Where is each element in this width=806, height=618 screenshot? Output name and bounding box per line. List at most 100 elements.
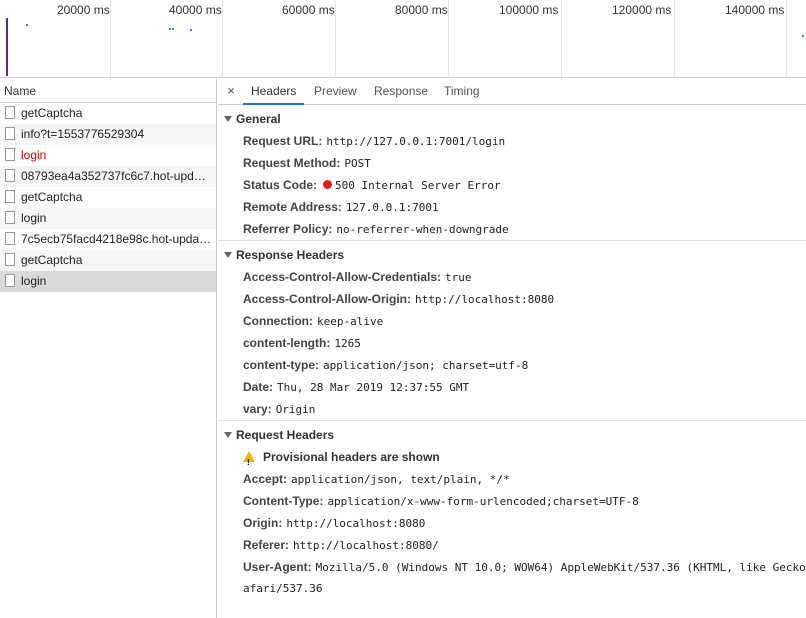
request-headers-toggle[interactable]: Request Headers: [218, 424, 806, 446]
timeline-selection-bar[interactable]: [6, 18, 8, 76]
section-title: Request Headers: [236, 428, 335, 442]
status-error-icon: [323, 180, 333, 190]
tick-label: 140000 ms: [725, 3, 785, 17]
tick-label: 20000 ms: [57, 3, 110, 17]
header-value: 127.0.0.1:7001: [345, 201, 439, 214]
details-tabbar: × Headers Preview Response Timing: [218, 79, 806, 105]
header-value: http://localhost:8080: [286, 517, 426, 530]
header-value: http://localhost:8080/: [293, 539, 439, 552]
header-row: Origin: http://localhost:8080: [218, 512, 806, 534]
request-list-panel: Name getCaptcha info?t=1553776529304 log…: [0, 79, 217, 618]
document-icon: [5, 211, 15, 224]
tab-preview[interactable]: Preview: [306, 79, 365, 104]
header-row: content-type: application/json; charset=u…: [218, 354, 806, 376]
tab-response[interactable]: Response: [366, 79, 436, 104]
provisional-warning: Provisional headers are shown: [218, 446, 806, 474]
document-icon: [5, 106, 15, 119]
header-value: Mozilla/5.0 (Windows NT 10.0; WOW64) App…: [315, 561, 806, 574]
triangle-down-icon: [224, 251, 232, 258]
header-value: Origin: [275, 403, 316, 416]
request-row[interactable]: login: [0, 208, 216, 229]
header-key: Referer:: [243, 538, 290, 552]
tick-label: 40000 ms: [169, 3, 222, 17]
close-icon[interactable]: ×: [224, 82, 238, 100]
header-row: Access-Control-Allow-Origin: http://local…: [218, 288, 806, 310]
document-icon: [5, 148, 15, 161]
grid-line: [674, 0, 675, 77]
request-mark: [26, 24, 28, 26]
header-value: true: [445, 271, 472, 284]
document-icon: [5, 190, 15, 203]
header-key: Content-Type:: [243, 494, 324, 508]
header-value: 500 Internal Server Error: [335, 179, 501, 192]
header-key: Request Method:: [243, 156, 341, 170]
triangle-down-icon: [224, 115, 232, 122]
tick-label: 120000 ms: [612, 3, 672, 17]
header-value: application/x-www-form-urlencoded;charse…: [327, 495, 639, 508]
header-key: Connection:: [243, 314, 313, 328]
header-key: Origin:: [243, 516, 283, 530]
warning-icon: [243, 451, 255, 474]
general-section: General Request URL: http://127.0.0.1:700…: [218, 108, 806, 241]
general-section-toggle[interactable]: General: [218, 108, 806, 130]
request-name: info?t=1553776529304: [21, 127, 145, 141]
request-name: getCaptcha: [21, 106, 83, 120]
header-key: content-length:: [243, 336, 331, 350]
header-row: Access-Control-Allow-Credentials: true: [218, 266, 806, 288]
request-mark: [190, 29, 192, 31]
request-name: login: [21, 211, 47, 225]
name-column-header[interactable]: Name: [0, 79, 216, 103]
grid-line: [222, 0, 223, 77]
request-name: 7c5ecb75facd4218e98c.hot-update.json: [21, 232, 216, 246]
header-key: Access-Control-Allow-Origin:: [243, 292, 412, 306]
header-key: Referrer Policy:: [243, 222, 333, 236]
request-row[interactable]: login: [0, 145, 216, 166]
request-row[interactable]: getCaptcha: [0, 187, 216, 208]
request-row[interactable]: 7c5ecb75facd4218e98c.hot-update.json: [0, 229, 216, 250]
header-key: User-Agent:: [243, 560, 312, 574]
timeline-overview[interactable]: 20000 ms 40000 ms 60000 ms 80000 ms 1000…: [0, 0, 806, 78]
header-value: POST: [344, 157, 371, 170]
request-details-panel: × Headers Preview Response Timing Genera…: [218, 79, 806, 618]
warning-text: Provisional headers are shown: [263, 450, 440, 464]
request-row[interactable]: getCaptcha: [0, 103, 216, 124]
header-row: Request URL: http://127.0.0.1:7001/login: [218, 130, 806, 152]
triangle-down-icon: [224, 431, 232, 438]
grid-line: [110, 0, 111, 77]
document-icon: [5, 127, 15, 140]
request-name: login: [21, 274, 47, 288]
request-row-selected[interactable]: login: [0, 271, 216, 292]
header-value: http://127.0.0.1:7001/login: [326, 135, 506, 148]
request-name: login: [21, 148, 47, 162]
section-title: Response Headers: [236, 248, 345, 262]
header-row: Status Code: 500 Internal Server Error: [218, 174, 806, 196]
header-key: content-type:: [243, 358, 319, 372]
response-headers-toggle[interactable]: Response Headers: [218, 244, 806, 266]
request-row[interactable]: info?t=1553776529304: [0, 124, 216, 145]
header-value: application/json; charset=utf-8: [323, 359, 529, 372]
tab-timing[interactable]: Timing: [436, 79, 488, 104]
document-icon: [5, 274, 15, 287]
tab-headers[interactable]: Headers: [243, 79, 305, 105]
document-icon: [5, 253, 15, 266]
header-key: Access-Control-Allow-Credentials:: [243, 270, 442, 284]
tick-label: 100000 ms: [499, 3, 559, 17]
section-title: General: [236, 112, 281, 126]
header-row: Accept: application/json, text/plain, */*: [218, 468, 806, 490]
header-key: Remote Address:: [243, 200, 342, 214]
document-icon: [5, 169, 15, 182]
header-row: Referrer Policy: no-referrer-when-downgra…: [218, 218, 806, 240]
request-mark: [169, 28, 171, 30]
header-row: Date: Thu, 28 Mar 2019 12:37:55 GMT: [218, 376, 806, 398]
header-key: Status Code:: [243, 178, 318, 192]
tick-label: 80000 ms: [395, 3, 448, 17]
header-row: User-Agent: Mozilla/5.0 (Windows NT 10.0;…: [218, 556, 806, 578]
header-key: vary:: [243, 402, 272, 416]
header-value: http://localhost:8080: [415, 293, 555, 306]
request-mark: [802, 35, 804, 37]
header-row: Connection: keep-alive: [218, 310, 806, 332]
request-row[interactable]: getCaptcha: [0, 250, 216, 271]
request-headers-section: Request Headers Provisional headers are …: [218, 424, 806, 600]
header-row: Remote Address: 127.0.0.1:7001: [218, 196, 806, 218]
request-row[interactable]: 08793ea4a352737fc6c7.hot-update.json: [0, 166, 216, 187]
